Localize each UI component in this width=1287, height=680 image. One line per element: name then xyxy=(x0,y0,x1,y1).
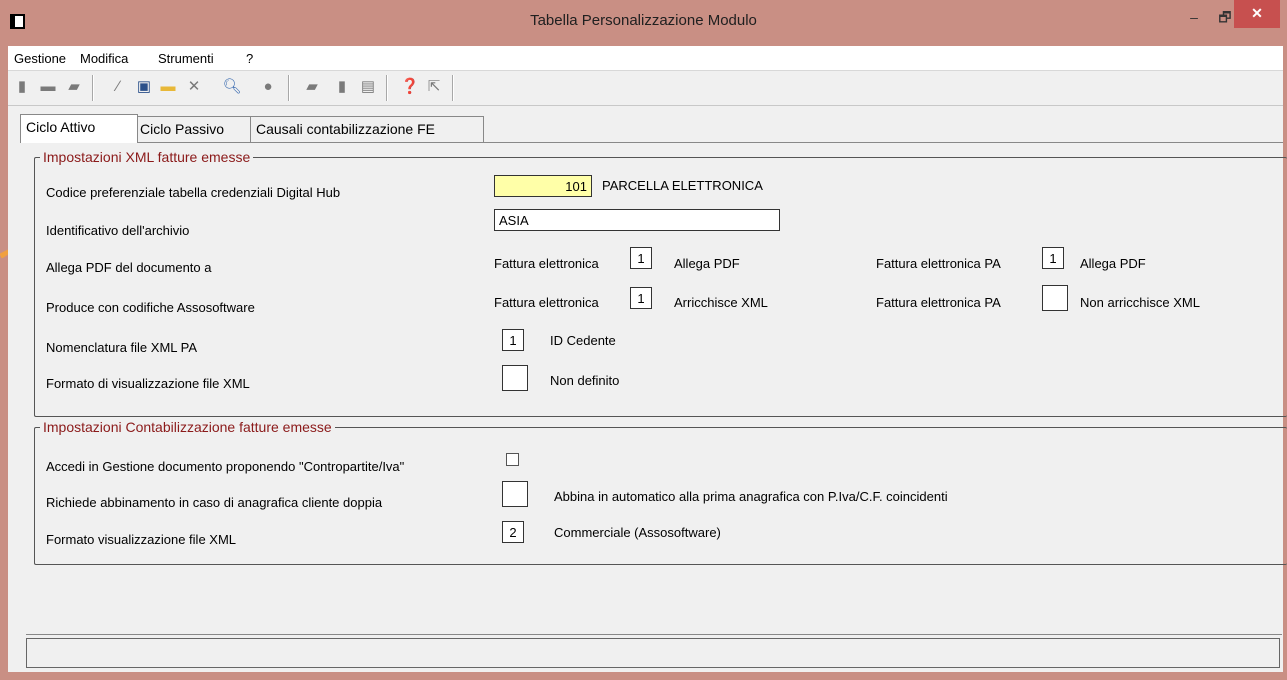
minimize-button[interactable]: – xyxy=(1179,6,1209,30)
produce-fepa-label: Fattura elettronica PA xyxy=(876,295,1001,310)
print-icon[interactable]: ▰ xyxy=(64,77,84,97)
menu-strumenti[interactable]: Strumenti xyxy=(158,51,214,66)
export-icon[interactable]: ▰ xyxy=(302,77,322,97)
formato-contab-description: Commerciale (Assosoftware) xyxy=(554,525,721,540)
tab-ciclo-attivo[interactable]: Ciclo Attivo xyxy=(20,114,138,143)
toolbar-separator xyxy=(452,75,454,101)
formato-contab-label: Formato visualizzazione file XML xyxy=(46,532,237,547)
produce-fe-description: Arricchisce XML xyxy=(674,295,768,310)
allega-label: Allega PDF del documento a xyxy=(46,260,212,275)
allega-fe-description: Allega PDF xyxy=(674,256,740,271)
allega-fepa-label: Fattura elettronica PA xyxy=(876,256,1001,271)
archivio-label: Identificativo dell'archivio xyxy=(46,223,190,238)
accedi-checkbox[interactable] xyxy=(506,453,519,466)
richiede-field[interactable] xyxy=(502,481,528,507)
group-legend: Impostazioni Contabilizzazione fatture e… xyxy=(40,419,335,435)
calculator-icon[interactable]: ▤ xyxy=(358,77,378,97)
menu-help[interactable]: ? xyxy=(246,51,253,66)
allega-fepa-field[interactable]: 1 xyxy=(1042,247,1064,269)
context-help-icon[interactable]: ⇱ xyxy=(424,77,444,97)
open-folder-icon[interactable]: ▬ xyxy=(38,77,58,97)
help-icon[interactable]: ❓ xyxy=(400,77,420,97)
window-title: Tabella Personalizzazione Modulo xyxy=(530,12,757,29)
codice-description: PARCELLA ELETTRONICA xyxy=(602,178,763,193)
new-document-icon[interactable]: ▮ xyxy=(12,77,32,97)
menu-gestione[interactable]: Gestione xyxy=(14,51,66,66)
produce-fepa-description: Non arricchisce XML xyxy=(1080,295,1200,310)
nomenclatura-label: Nomenclatura file XML PA xyxy=(46,340,198,355)
richiede-description: Abbina in automatico alla prima anagrafi… xyxy=(554,489,948,504)
accedi-label: Accedi in Gestione documento proponendo … xyxy=(46,459,405,474)
edit-pencil-icon[interactable]: ∕ xyxy=(108,77,128,97)
produce-fe-field[interactable]: 1 xyxy=(630,287,652,309)
tab-causali[interactable]: Causali contabilizzazione FE xyxy=(250,116,484,143)
formato-contab-field[interactable]: 2 xyxy=(502,521,524,543)
close-button[interactable]: ✕ xyxy=(1234,0,1280,28)
codice-field[interactable]: 101 xyxy=(494,175,592,197)
search-icon[interactable]: 🔍︎ xyxy=(222,77,242,97)
stop-icon[interactable]: ● xyxy=(258,77,278,97)
formato-xml-description: Non definito xyxy=(550,373,620,388)
app-window: Tabella Personalizzazione Modulo – 🗗 ✕ G… xyxy=(0,0,1287,680)
save-icon[interactable]: ▣ xyxy=(134,77,154,97)
toolbar-separator xyxy=(386,75,388,101)
document-icon[interactable]: ▮ xyxy=(332,77,352,97)
allega-fe-label: Fattura elettronica xyxy=(494,256,599,271)
formato-xml-field[interactable] xyxy=(502,365,528,391)
archivio-field[interactable]: ASIA xyxy=(494,209,780,231)
delete-icon[interactable]: ✕ xyxy=(184,77,204,97)
nomenclatura-description: ID Cedente xyxy=(550,333,616,348)
status-bar xyxy=(26,638,1280,668)
produce-fepa-field[interactable] xyxy=(1042,285,1068,311)
tab-panel: Impostazioni XML fatture emesse Codice p… xyxy=(20,142,1287,633)
toolbar-separator xyxy=(288,75,290,101)
toolbar-separator xyxy=(92,75,94,101)
menu-bar: Gestione Modifica Strumenti ? xyxy=(8,46,1283,71)
nomenclatura-field[interactable]: 1 xyxy=(502,329,524,351)
produce-fe-label: Fattura elettronica xyxy=(494,295,599,310)
title-bar[interactable]: Tabella Personalizzazione Modulo – 🗗 ✕ xyxy=(0,0,1287,46)
richiede-label: Richiede abbinamento in caso di anagrafi… xyxy=(46,495,383,510)
allega-fe-field[interactable]: 1 xyxy=(630,247,652,269)
tab-ciclo-passivo[interactable]: Ciclo Passivo xyxy=(134,116,254,143)
folder-icon[interactable]: ▬ xyxy=(158,77,178,97)
allega-fepa-description: Allega PDF xyxy=(1080,256,1146,271)
toolbar: ▮ ▬ ▰ ∕ ▣ ▬ ✕ 🔍︎ ● ▰ ▮ ▤ ❓ ⇱ xyxy=(8,71,1283,106)
client-area: Gestione Modifica Strumenti ? ▮ ▬ ▰ ∕ ▣ … xyxy=(8,46,1287,672)
group-legend: Impostazioni XML fatture emesse xyxy=(40,149,254,165)
codice-label: Codice preferenziale tabella credenziali… xyxy=(46,185,341,200)
divider xyxy=(26,634,1282,635)
produce-label: Produce con codifiche Assosoftware xyxy=(46,300,255,315)
menu-modifica[interactable]: Modifica xyxy=(80,51,128,66)
formato-xml-label: Formato di visualizzazione file XML xyxy=(46,376,250,391)
